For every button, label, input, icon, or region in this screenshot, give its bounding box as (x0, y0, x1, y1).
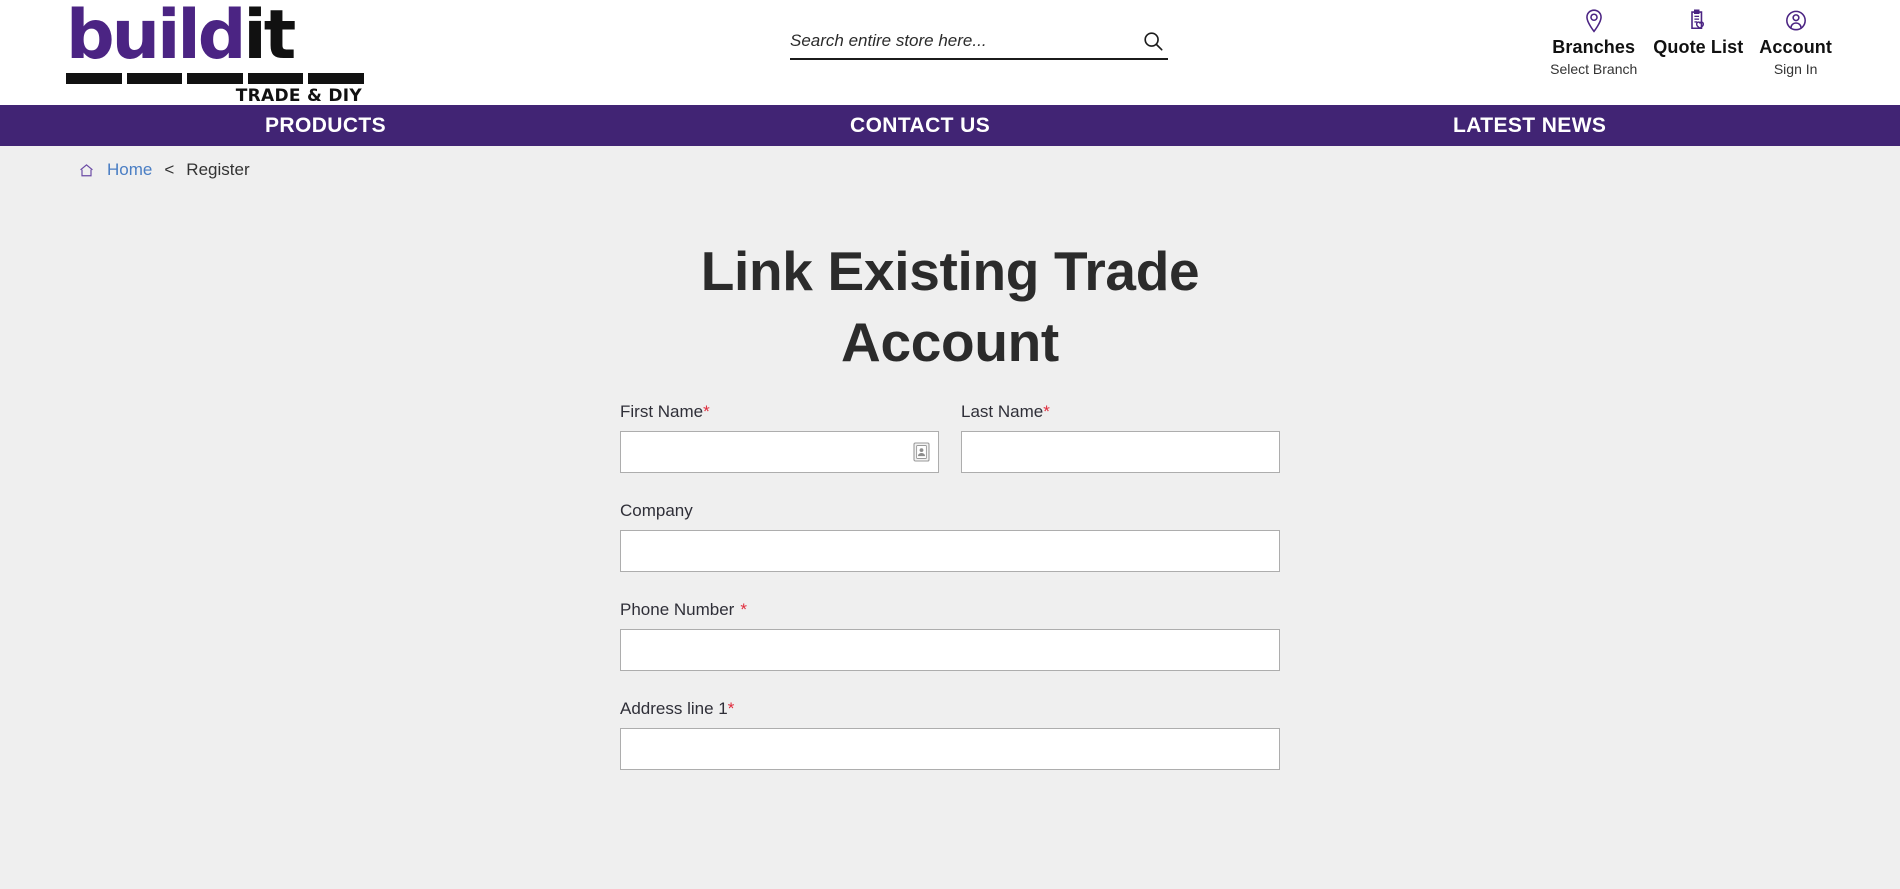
search-icon (1144, 32, 1163, 51)
header-link-branches-title: Branches (1552, 37, 1636, 57)
required-marker-phone-number: * (740, 600, 747, 619)
map-pin-icon (1583, 8, 1605, 34)
breadcrumb-link-home[interactable]: Home (107, 160, 152, 180)
header-link-account-title: Account (1759, 37, 1832, 57)
field-first-name: First Name* (620, 402, 939, 473)
site-header: buildit TRADE & DIY Branches (0, 0, 1900, 106)
label-address-line-1-text: Address line 1 (620, 699, 728, 718)
search-input[interactable] (790, 31, 1134, 51)
logo-tagline: TRADE & DIY (235, 86, 362, 106)
clipboard-heart-icon (1687, 8, 1710, 34)
nav-item-products[interactable]: PRODUCTS (265, 114, 386, 138)
label-last-name-text: Last Name (961, 402, 1044, 421)
input-first-name[interactable] (620, 431, 939, 473)
header-link-branches[interactable]: Branches Select Branch (1542, 8, 1645, 77)
logo-build-text: build (66, 0, 246, 75)
header-link-account-sub: Sign In (1773, 61, 1818, 77)
main-navigation: PRODUCTS CONTACT US LATEST NEWS (0, 105, 1900, 146)
header-link-account[interactable]: Account Sign In (1751, 8, 1840, 77)
field-phone-number: Phone Number * (620, 600, 1280, 671)
contact-card-autofill-icon[interactable] (913, 442, 930, 463)
breadcrumb: Home < Register (0, 146, 1900, 194)
user-circle-icon (1785, 8, 1807, 34)
trade-account-form: First Name* Last Name* Company Phone Num… (620, 378, 1280, 770)
breadcrumb-separator: < (164, 160, 175, 179)
required-marker-address-line-1: * (727, 699, 735, 718)
nav-item-latest-news[interactable]: LATEST NEWS (1453, 114, 1606, 138)
label-first-name-text: First Name (620, 402, 704, 421)
label-first-name: First Name* (620, 402, 939, 422)
label-address-line-1: Address line 1* (620, 699, 1280, 719)
label-phone-number: Phone Number * (620, 600, 1280, 620)
home-icon[interactable] (78, 162, 95, 179)
field-last-name: Last Name* (961, 402, 1280, 473)
required-marker-last-name: * (1043, 402, 1050, 421)
required-marker-first-name: * (703, 402, 710, 421)
header-link-quote-list-title: Quote List (1653, 37, 1744, 57)
main-content: Link Existing Trade Account First Name* (0, 194, 1900, 770)
breadcrumb-current-register: Register (186, 160, 250, 179)
header-link-quote-list[interactable]: Quote List (1645, 8, 1751, 78)
label-phone-number-text: Phone Number (620, 600, 735, 619)
search-bar (790, 30, 1168, 60)
logo-wordmark: buildit (62, 0, 296, 75)
label-company: Company (620, 501, 693, 520)
input-last-name[interactable] (961, 431, 1280, 473)
field-company: Company (620, 501, 1280, 572)
search-button[interactable] (1134, 30, 1168, 52)
page-title: Link Existing Trade Account (700, 240, 1200, 373)
field-address-line-1: Address line 1* (620, 699, 1280, 770)
input-phone-number[interactable] (620, 629, 1280, 671)
input-company[interactable] (620, 530, 1280, 572)
logo-it-text: it (243, 0, 296, 75)
header-utility-links: Branches Select Branch Quote List Accoun… (1542, 8, 1840, 78)
form-row-name: First Name* Last Name* (620, 402, 1280, 501)
label-last-name: Last Name* (961, 402, 1280, 422)
site-logo[interactable]: buildit TRADE & DIY (62, 0, 372, 106)
header-link-branches-sub: Select Branch (1550, 61, 1638, 77)
input-address-line-1[interactable] (620, 728, 1280, 770)
nav-item-contact-us[interactable]: CONTACT US (850, 114, 990, 138)
